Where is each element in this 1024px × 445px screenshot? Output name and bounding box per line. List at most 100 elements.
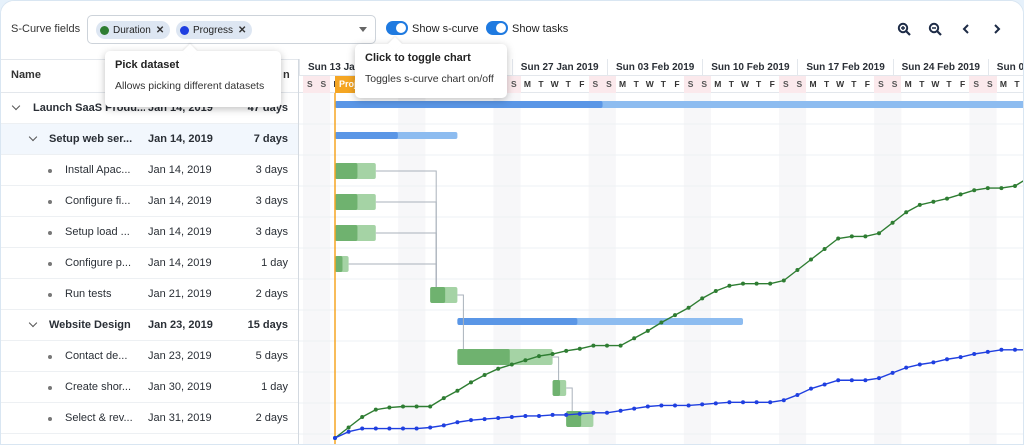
task-start-date: Jan 23, 2019 bbox=[148, 350, 212, 362]
show-tasks-toggle[interactable] bbox=[486, 21, 508, 35]
day-label: S bbox=[874, 76, 888, 93]
scurve-point-progress bbox=[360, 426, 365, 431]
chip-progress[interactable]: Progress ✕ bbox=[176, 21, 253, 39]
day-label: T bbox=[755, 79, 762, 89]
task-duration: 5 days bbox=[255, 350, 288, 362]
scurve-point-duration bbox=[659, 320, 664, 325]
scurve-point-progress bbox=[877, 376, 881, 381]
zoom-in-icon[interactable] bbox=[896, 21, 912, 37]
close-icon[interactable]: ✕ bbox=[156, 25, 164, 36]
column-header-duration[interactable]: n bbox=[283, 69, 290, 81]
task-bar-progress bbox=[430, 287, 446, 303]
task-name: Run tests bbox=[65, 288, 112, 300]
scurve-point-duration bbox=[360, 415, 365, 419]
summary-bar-progress bbox=[335, 132, 398, 139]
chevron-right-icon[interactable] bbox=[989, 21, 1005, 37]
scurve-point-progress bbox=[754, 400, 759, 405]
table-row[interactable]: Configure fi... Jan 14, 2019 3 days bbox=[1, 186, 298, 217]
task-duration: 3 days bbox=[255, 164, 288, 176]
scurve-point-duration bbox=[373, 407, 378, 412]
table-row[interactable]: Create shor... Jan 30, 2019 1 day bbox=[1, 372, 298, 403]
scurve-point-duration bbox=[849, 234, 854, 239]
day-label: S bbox=[602, 76, 616, 93]
day-label: W bbox=[836, 79, 845, 89]
scurve-point-duration bbox=[686, 305, 691, 310]
chevron-down-icon[interactable] bbox=[28, 318, 38, 328]
table-row[interactable]: Setup web ser... Jan 14, 2019 7 days bbox=[1, 124, 298, 155]
chevron-down-icon[interactable] bbox=[28, 132, 38, 142]
table-row[interactable]: Run tests Jan 21, 2019 2 days bbox=[1, 279, 298, 310]
column-header-name[interactable]: Name bbox=[11, 69, 41, 81]
table-row[interactable]: Install Apac... Jan 14, 2019 3 days bbox=[1, 155, 298, 186]
scurve-point-duration bbox=[564, 348, 569, 353]
task-start-date: Jan 23, 2019 bbox=[148, 319, 213, 331]
show-tasks-label: Show tasks bbox=[512, 23, 569, 35]
day-label: T bbox=[728, 79, 734, 89]
scurve-point-duration bbox=[1013, 184, 1017, 188]
scurve-fields-combo[interactable]: Duration ✕ Progress ✕ bbox=[87, 15, 376, 44]
scurve-point-duration bbox=[537, 354, 541, 359]
bullet-icon bbox=[48, 231, 52, 235]
scurve-point-duration bbox=[605, 343, 609, 348]
table-row[interactable]: Configure p... Jan 14, 2019 1 day bbox=[1, 248, 298, 279]
task-bar-progress bbox=[457, 349, 510, 365]
day-label: W bbox=[550, 79, 559, 89]
scurve-point-progress bbox=[904, 365, 909, 370]
task-bar-progress bbox=[552, 380, 561, 396]
task-bar-progress bbox=[335, 194, 358, 210]
scurve-point-duration bbox=[836, 236, 841, 241]
scurve-point-progress bbox=[387, 426, 392, 431]
scurve-point-duration bbox=[523, 358, 528, 363]
scurve-point-duration bbox=[945, 196, 949, 201]
day-label: M bbox=[904, 79, 912, 89]
scurve-point-progress bbox=[509, 415, 514, 419]
scurve-point-duration bbox=[890, 220, 895, 225]
day-label: S bbox=[887, 76, 902, 93]
scurve-point-duration bbox=[673, 313, 677, 318]
task-bar-progress bbox=[335, 225, 358, 241]
timeline-body bbox=[299, 75, 1023, 444]
task-name: Website Design bbox=[49, 319, 131, 331]
scurve-point-progress bbox=[822, 382, 827, 387]
weekend-shading bbox=[969, 93, 997, 444]
chevron-left-icon[interactable] bbox=[958, 21, 974, 37]
zoom-out-icon[interactable] bbox=[927, 21, 943, 37]
table-row[interactable]: Setup load ... Jan 14, 2019 3 days bbox=[1, 217, 298, 248]
scurve-point-duration bbox=[455, 388, 460, 393]
scurve-point-progress bbox=[428, 425, 433, 430]
chevron-down-icon[interactable] bbox=[11, 101, 21, 111]
scurve-point-progress bbox=[917, 362, 922, 367]
scurve-point-duration bbox=[972, 188, 977, 193]
day-label: W bbox=[645, 79, 654, 89]
scurve-point-duration bbox=[618, 343, 623, 348]
day-label: M bbox=[999, 79, 1007, 89]
table-row[interactable]: Website Design Jan 23, 2019 15 days bbox=[1, 310, 298, 341]
scurve-point-progress bbox=[741, 400, 745, 405]
timeline: Sun 13 JanSun 20 Jan 2019Sun 27 Jan 2019… bbox=[299, 59, 1023, 444]
table-row[interactable]: Select & rev... Jan 31, 2019 2 days bbox=[1, 403, 298, 434]
chevron-down-icon[interactable] bbox=[359, 27, 367, 32]
scurve-point-duration bbox=[645, 328, 650, 333]
task-bar-progress bbox=[335, 256, 343, 272]
task-name: Install Apac... bbox=[65, 164, 131, 176]
task-start-date: Jan 31, 2019 bbox=[148, 412, 212, 424]
bullet-icon bbox=[48, 417, 52, 421]
scurve-point-progress bbox=[700, 402, 705, 407]
week-label: Sun 10 Feb 2019 bbox=[702, 59, 790, 76]
dependency-line bbox=[566, 387, 573, 411]
bullet-icon bbox=[48, 386, 52, 390]
scurve-point-progress bbox=[849, 378, 854, 383]
day-label: T bbox=[538, 79, 544, 89]
show-scurve-toggle[interactable] bbox=[386, 21, 408, 35]
week-label: Sun 27 Jan 2019 bbox=[511, 59, 599, 76]
scurve-point-duration bbox=[795, 268, 800, 272]
task-bar-progress bbox=[335, 163, 358, 179]
scurve-point-progress bbox=[863, 378, 868, 383]
chip-duration[interactable]: Duration ✕ bbox=[96, 21, 171, 39]
scurve-point-progress bbox=[591, 410, 596, 415]
task-start-date: Jan 14, 2019 bbox=[148, 257, 212, 269]
close-icon[interactable]: ✕ bbox=[238, 25, 246, 36]
scurve-point-duration bbox=[632, 336, 637, 341]
scurve-point-duration bbox=[482, 373, 487, 377]
table-row[interactable]: Contact de... Jan 23, 2019 5 days bbox=[1, 341, 298, 372]
